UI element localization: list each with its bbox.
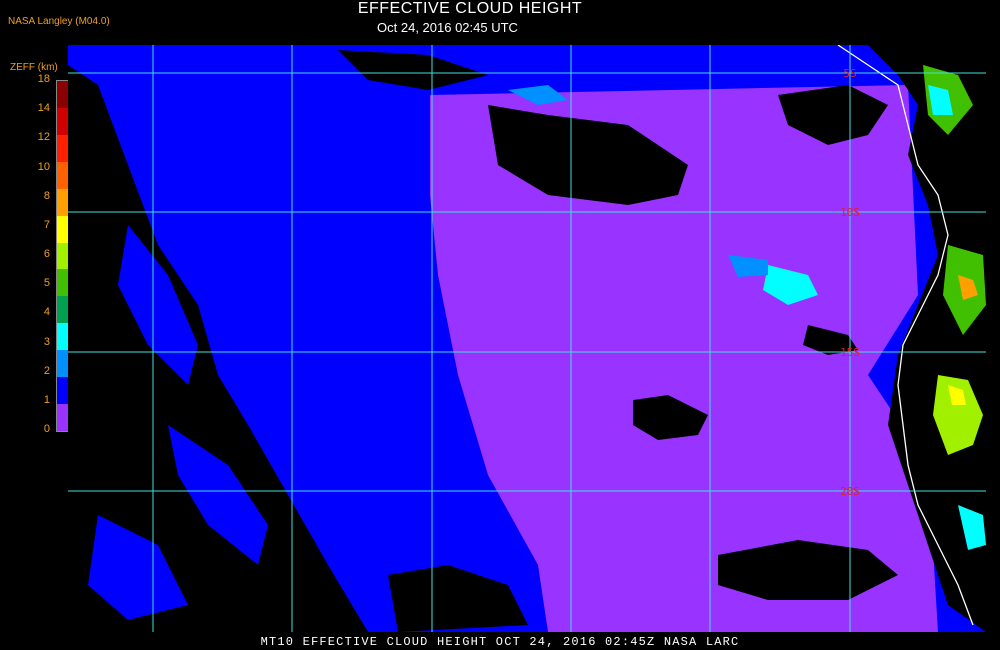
cloud-height-map: 15W 10W 5W 0 5E 10E5S10S15S20S	[68, 45, 986, 632]
legend-tick-label: 0	[43, 423, 50, 435]
legend-title: ZEFF (km)	[10, 62, 58, 73]
map-title: EFFECTIVE CLOUD HEIGHT	[357, 0, 583, 17]
legend-tick-label: 3	[43, 335, 50, 348]
legend-tick-label: 2	[43, 364, 50, 377]
map-subtitle: Oct 24, 2016 02:45 UTC	[377, 20, 518, 35]
legend-tick-label: 10	[37, 160, 50, 173]
legend-tick-label: 4	[43, 306, 50, 319]
latitude-label: 10S	[840, 206, 860, 219]
legend-tick-label: 18	[37, 73, 50, 85]
legend-tick-label: 12	[37, 131, 50, 144]
legend-tick-label: 5	[43, 277, 50, 290]
footer-caption: MT10 EFFECTIVE CLOUD HEIGHT OCT 24, 2016…	[260, 635, 740, 649]
legend-tick-label: 8	[43, 189, 50, 202]
latitude-label: 5S	[843, 67, 856, 80]
legend-tick-label: 6	[43, 248, 50, 260]
legend-tick-label: 14	[37, 102, 50, 115]
legend-tick-label: 7	[43, 218, 50, 231]
legend-tick-label: 1	[43, 393, 50, 406]
latitude-label: 15S	[840, 346, 860, 359]
latitude-label: 20S	[840, 485, 860, 498]
